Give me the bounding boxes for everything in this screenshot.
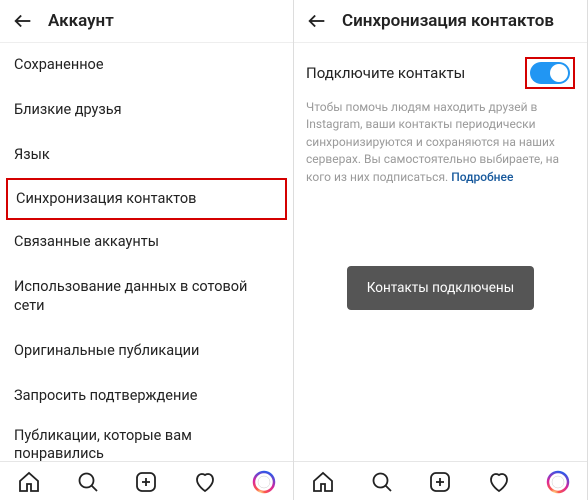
learn-more-link[interactable]: Подробнее xyxy=(451,170,513,184)
heart-icon[interactable] xyxy=(193,470,217,494)
settings-list: Сохраненное Близкие друзья Язык Синхрони… xyxy=(0,43,293,461)
list-item-liked-posts[interactable]: Публикации, которые вам понравились xyxy=(0,419,293,461)
add-post-icon[interactable] xyxy=(134,470,158,494)
profile-icon[interactable] xyxy=(546,470,570,494)
search-icon[interactable] xyxy=(76,470,100,494)
setting-label: Подключите контакты xyxy=(306,64,465,82)
setting-description: Чтобы помочь людям находить друзей в Ins… xyxy=(294,99,587,186)
toggle-highlight xyxy=(525,57,575,89)
left-screen-account: Аккаунт Сохраненное Близкие друзья Язык … xyxy=(0,0,294,500)
page-title: Синхронизация контактов xyxy=(342,11,554,31)
setting-connect-contacts: Подключите контакты xyxy=(294,43,587,99)
add-post-icon[interactable] xyxy=(428,470,452,494)
profile-icon[interactable] xyxy=(252,470,276,494)
contacts-connected-button[interactable]: Контакты подключены xyxy=(347,266,534,310)
spacer xyxy=(294,310,587,461)
tab-bar xyxy=(0,461,293,500)
home-icon[interactable] xyxy=(311,470,335,494)
home-icon[interactable] xyxy=(17,470,41,494)
list-item-saved[interactable]: Сохраненное xyxy=(0,43,293,88)
list-item-cellular-data[interactable]: Использование данных в сотовой сети xyxy=(0,265,293,329)
list-item-language[interactable]: Язык xyxy=(0,133,293,178)
list-item-close-friends[interactable]: Близкие друзья xyxy=(0,88,293,133)
list-item-sync-contacts[interactable]: Синхронизация контактов xyxy=(6,178,287,221)
back-arrow-icon[interactable] xyxy=(12,10,34,32)
tab-bar xyxy=(294,461,587,500)
search-icon[interactable] xyxy=(370,470,394,494)
page-title: Аккаунт xyxy=(48,11,114,31)
contacts-toggle[interactable] xyxy=(530,62,570,84)
heart-icon[interactable] xyxy=(487,470,511,494)
desc-text: Чтобы помочь людям находить друзей в Ins… xyxy=(306,100,559,184)
list-item-request-verification[interactable]: Запросить подтверждение xyxy=(0,374,293,419)
list-item-original-posts[interactable]: Оригинальные публикации xyxy=(0,329,293,374)
list-item-linked-accounts[interactable]: Связанные аккаунты xyxy=(0,220,293,265)
right-screen-sync-contacts: Синхронизация контактов Подключите конта… xyxy=(294,0,588,500)
header-left: Аккаунт xyxy=(0,0,293,43)
header-right: Синхронизация контактов xyxy=(294,0,587,43)
back-arrow-icon[interactable] xyxy=(306,10,328,32)
